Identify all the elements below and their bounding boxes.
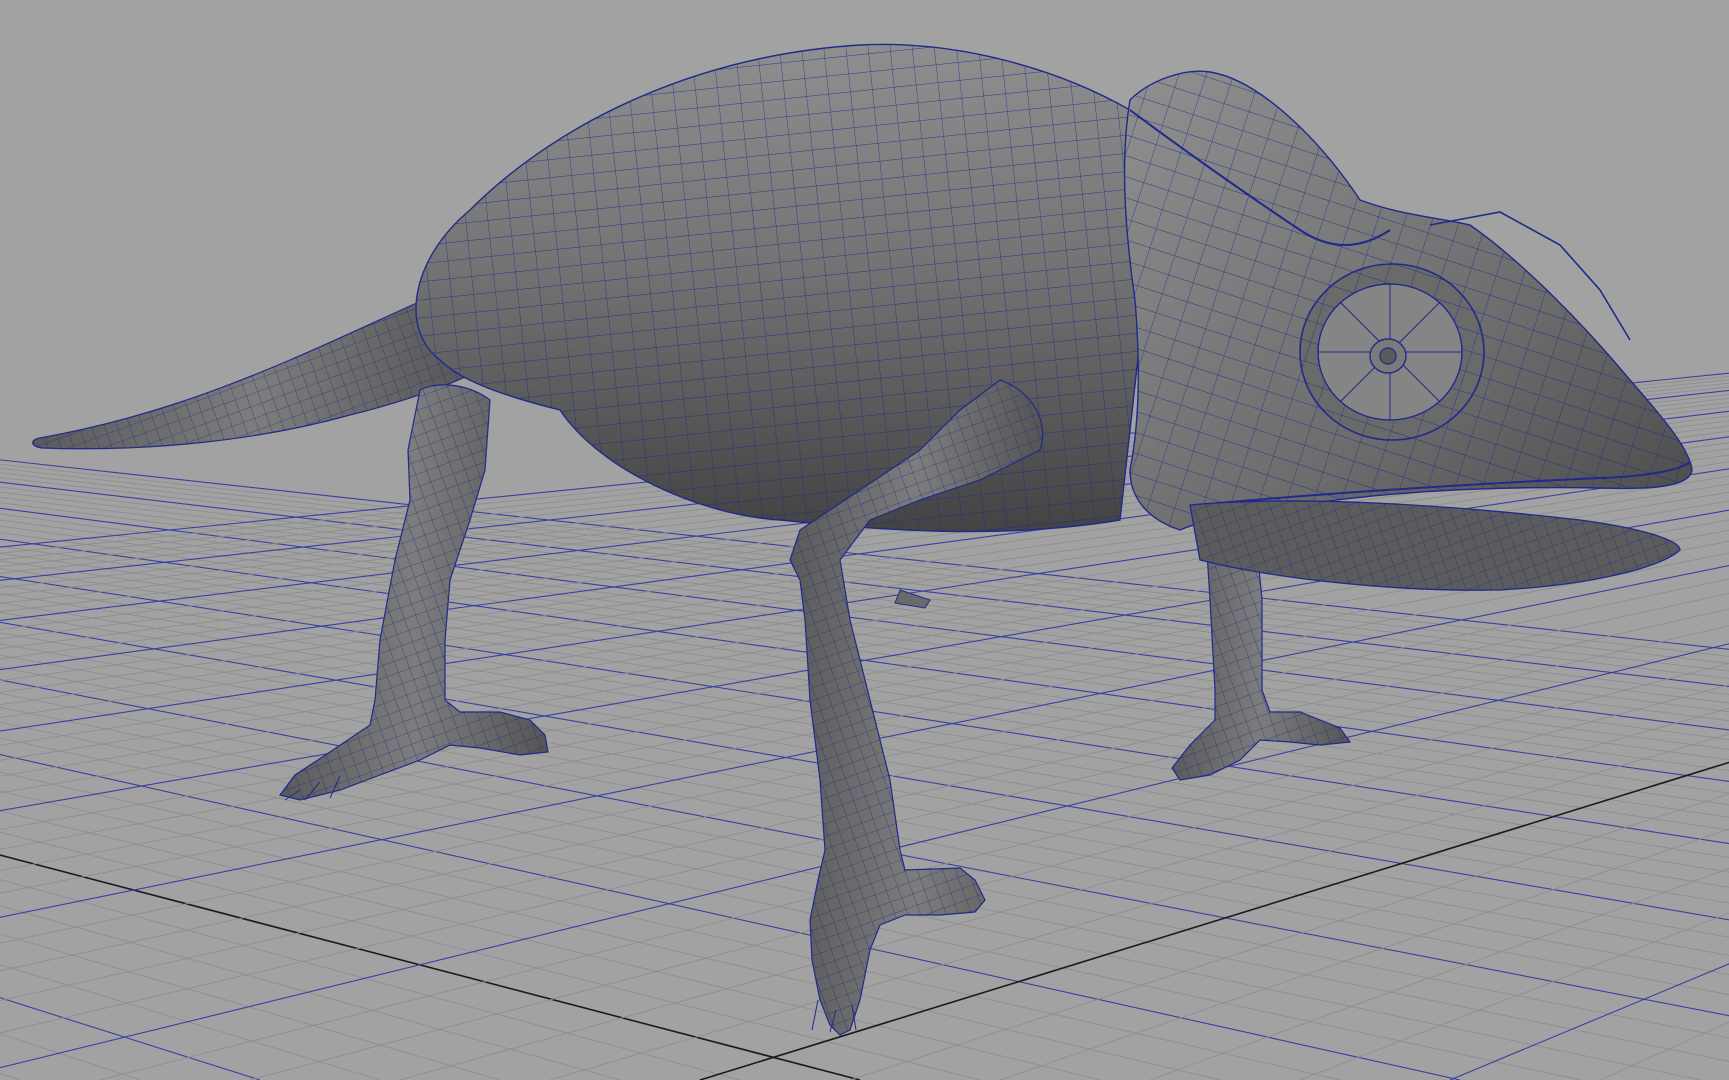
viewport-panel[interactable]: [0, 0, 1729, 1080]
viewport-canvas[interactable]: [0, 0, 1729, 1080]
mesh-eye[interactable]: [1299, 263, 1485, 441]
